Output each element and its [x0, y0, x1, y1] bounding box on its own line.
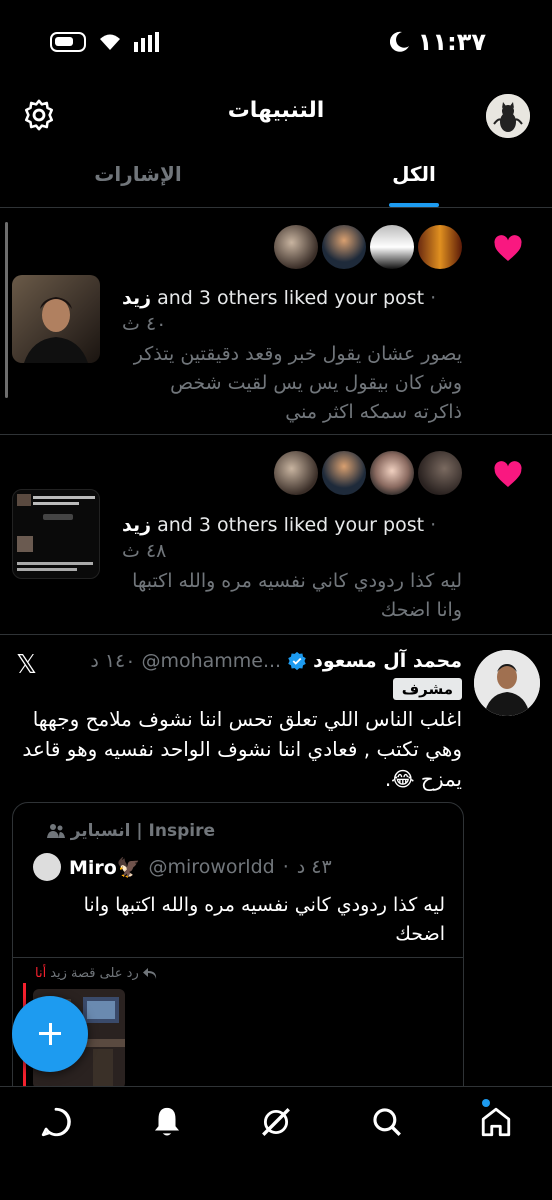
- tab-bar: الإشارات الكل: [0, 150, 552, 208]
- battery-icon: [50, 32, 86, 52]
- profile-avatar[interactable]: [486, 94, 530, 138]
- moderator-badge: مشرف: [392, 678, 462, 700]
- liker-avatars: [274, 225, 462, 269]
- actor-name[interactable]: زيد: [122, 514, 151, 536]
- notifications-icon[interactable]: [150, 1105, 184, 1139]
- author-name[interactable]: محمد آل مسعود: [313, 650, 462, 672]
- liker-avatars: [274, 451, 462, 495]
- tab-mentions[interactable]: الإشارات: [0, 150, 276, 207]
- tab-all[interactable]: الكل: [276, 150, 552, 207]
- avatar[interactable]: [418, 451, 462, 495]
- quote-time: ٤٣ د: [296, 856, 332, 878]
- unread-dot: [482, 1099, 490, 1107]
- page-title: التنبيهات: [227, 98, 325, 123]
- like-action: and 3 others liked your post: [157, 287, 425, 309]
- community-icon: [46, 824, 65, 838]
- cat-icon: [486, 94, 530, 138]
- post-preview: ليه كذا ردودي كاني نفسيه مره والله اكتبه…: [132, 570, 462, 621]
- messages-icon[interactable]: [39, 1105, 73, 1139]
- quote-header: Miro🦅 @miroworldd · ٤٣ د: [33, 853, 332, 881]
- author-handle[interactable]: @mohamme...: [141, 650, 281, 672]
- person-image: [474, 650, 540, 716]
- quote-author-handle[interactable]: @miroworldd: [149, 856, 275, 878]
- divider: [13, 957, 463, 958]
- avatar[interactable]: [418, 225, 462, 269]
- moon-icon: [389, 31, 409, 52]
- notification-like[interactable]: زيد and 3 others liked your post · ٤٨ ث …: [0, 435, 552, 635]
- wifi-icon: [100, 34, 120, 50]
- bottom-nav: [0, 1086, 552, 1200]
- grok-icon[interactable]: [259, 1105, 293, 1139]
- actor-name[interactable]: زيد: [122, 287, 151, 309]
- signal-icon: [134, 32, 159, 52]
- post-preview: يصور عشان يقول خبر وقعد دقيقتين يتذكر وش…: [133, 343, 462, 423]
- avatar[interactable]: [274, 225, 318, 269]
- compose-button[interactable]: [12, 996, 88, 1072]
- x-logo-icon: 𝕏: [16, 650, 37, 680]
- reply-arrow-icon: [142, 967, 156, 979]
- reply-context: رد على قصة زيد أنا: [35, 966, 157, 981]
- avatar[interactable]: [322, 225, 366, 269]
- home-icon[interactable]: [479, 1105, 513, 1139]
- tweet-time: ١٤٠ د: [90, 650, 136, 672]
- quote-author-name[interactable]: Miro🦅: [69, 856, 141, 879]
- screenshot-image: [17, 494, 95, 571]
- status-time: ١١:٣٧: [417, 28, 486, 56]
- avatar[interactable]: [33, 853, 61, 881]
- avatar[interactable]: [274, 451, 318, 495]
- heart-icon: [494, 235, 522, 261]
- status-bar: ١١:٣٧: [0, 0, 552, 90]
- like-action: and 3 others liked your post: [157, 514, 425, 536]
- avatar[interactable]: [370, 451, 414, 495]
- avatar[interactable]: [474, 650, 540, 716]
- person-image: [24, 297, 88, 363]
- notification-like[interactable]: زيد and 3 others liked your post · ٤٠ ث …: [0, 209, 552, 435]
- tweet-text: اغلب الناس اللي تعلق تحس اننا نشوف ملامح…: [22, 707, 462, 791]
- community-label[interactable]: انسباير | Inspire: [46, 821, 215, 841]
- tweet-header: محمد آل مسعود @mohamme... ١٤٠ د: [90, 650, 462, 672]
- quote-text: ليه كذا ردودي كاني نفسيه مره والله اكتبه…: [83, 894, 445, 945]
- verified-badge-icon: [288, 651, 306, 671]
- search-icon[interactable]: [370, 1105, 404, 1139]
- post-thumbnail[interactable]: [12, 489, 100, 579]
- avatar[interactable]: [322, 451, 366, 495]
- header: التنبيهات: [0, 90, 552, 142]
- post-thumbnail[interactable]: [12, 275, 100, 363]
- heart-icon: [494, 461, 522, 487]
- avatar[interactable]: [370, 225, 414, 269]
- active-tab-indicator: [389, 203, 439, 207]
